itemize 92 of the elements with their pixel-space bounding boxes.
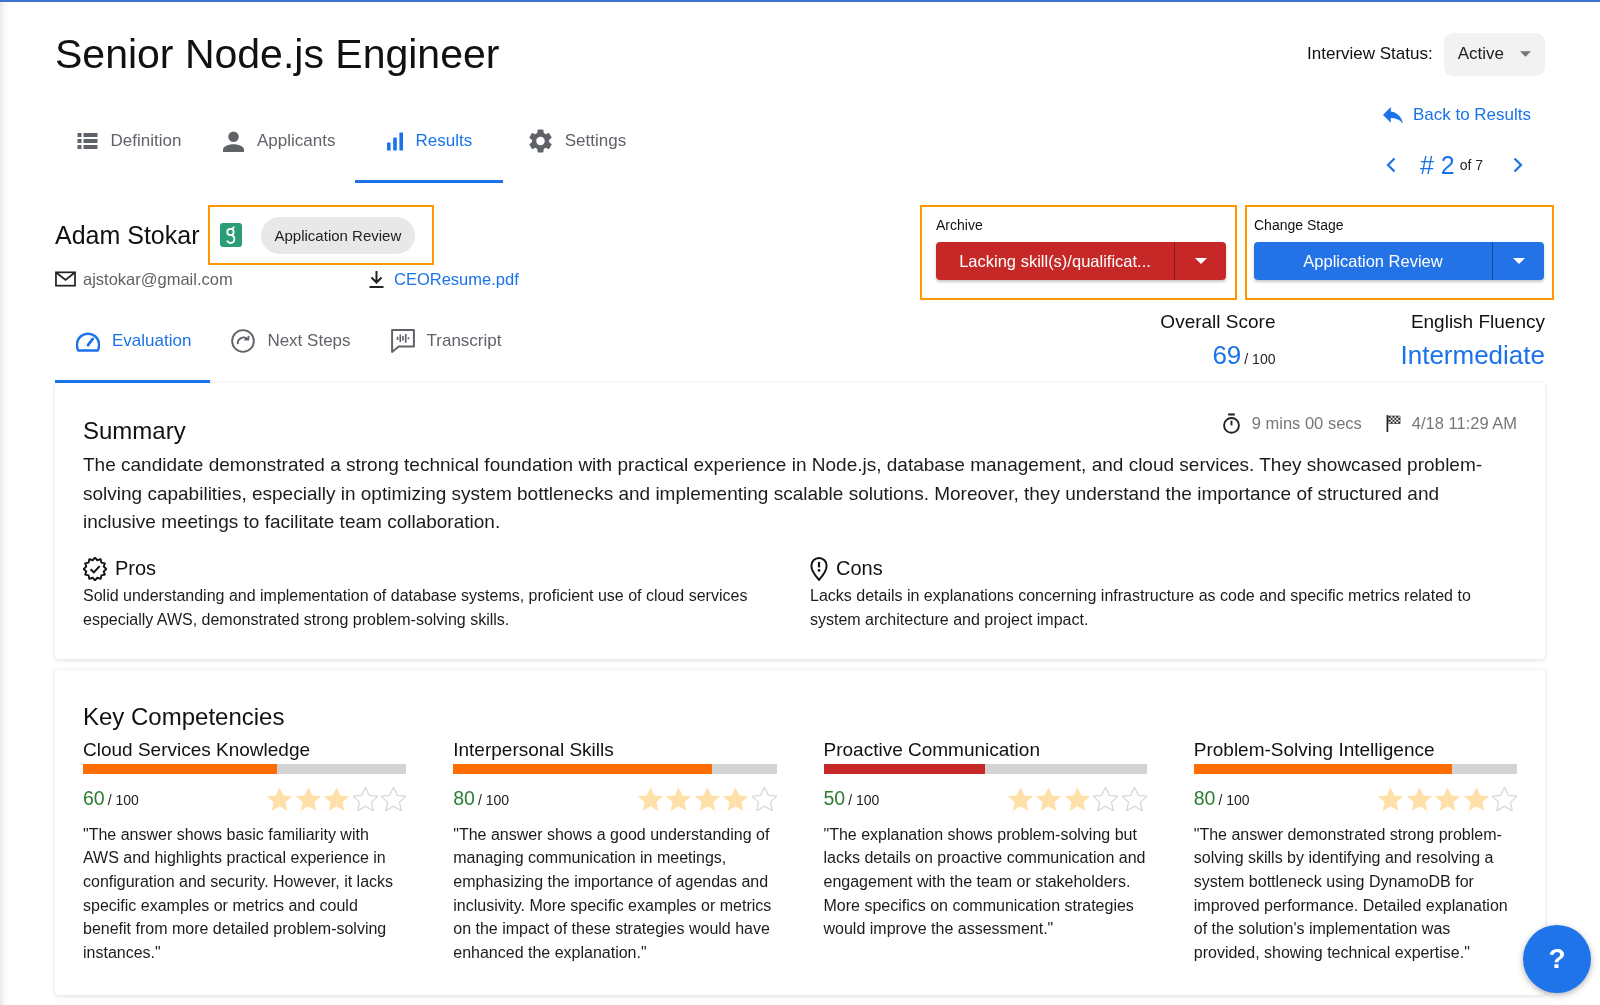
archive-label: Archive — [936, 217, 984, 234]
interview-duration: 9 mins 00 secs — [1251, 413, 1362, 433]
competency-score: 80 — [453, 787, 475, 810]
competency-score: 50 — [823, 787, 846, 810]
gear-icon — [528, 129, 552, 153]
score-value: Intermediate — [1400, 339, 1545, 371]
star-outline-icon — [1093, 786, 1119, 811]
star-outline-icon — [751, 786, 777, 811]
nav-tab[interactable]: Applicants — [203, 120, 356, 183]
candidate-total: of 7 — [1459, 157, 1483, 173]
star-outline-icon — [1492, 786, 1517, 811]
competency-comment: "The explanation shows problem-solving but lacks details on proactive communication and engagement with the team or stakeholders. More specifics on communication strategies would improve the assessment." — [823, 824, 1147, 940]
dropdown-toggle-button[interactable] — [1492, 242, 1544, 280]
chevron-left-icon — [1385, 157, 1396, 173]
check-badge-icon — [83, 556, 107, 581]
score-scale: / 100 — [477, 792, 510, 808]
cons-heading: Cons — [836, 557, 883, 580]
change-stage-label: Change Stage — [1254, 217, 1345, 234]
candidate-name: Adam Stokar — [55, 220, 200, 250]
bar-chart-icon — [386, 131, 403, 151]
star-icon — [267, 786, 293, 811]
score-label: English Fluency — [1410, 310, 1545, 334]
reply-arrow-icon — [1382, 107, 1403, 123]
competency-name: Proactive Communication — [823, 737, 1041, 762]
pin-exclamation-icon — [810, 556, 828, 581]
nav-tab[interactable]: Definition — [55, 120, 203, 183]
star-icon — [694, 786, 720, 811]
candidate-number: # 2 — [1419, 150, 1455, 180]
score-label: Overall Score — [1160, 310, 1276, 334]
page-title: Senior Node.js Engineer — [55, 30, 500, 78]
star-icon — [666, 786, 691, 811]
competency-comment: "The answer shows a good understanding of managing communication in meetings, emphasizing the importance of agendas and inclusivity. More specific examples or metrics on the impact of these strategies would have enhanced the explanation." — [453, 824, 773, 963]
score-scale: / 100 — [107, 792, 139, 808]
logo-icon — [219, 223, 242, 247]
star-outline-icon — [352, 786, 378, 811]
dropdown-toggle-button[interactable] — [1174, 242, 1226, 280]
caret-icon — [1194, 258, 1207, 264]
stage-button[interactable]: Application Review — [1254, 242, 1492, 280]
back-link[interactable]: Back to Results — [1382, 103, 1531, 127]
nav-tab[interactable]: Results — [355, 120, 504, 183]
competencies-heading: Key Competencies — [83, 701, 286, 732]
star-icon — [637, 786, 663, 811]
interview-date: 4/18 11:29 AM — [1411, 413, 1517, 433]
status-label: Interview Status: — [1307, 44, 1433, 64]
star-outline-icon — [1121, 786, 1147, 811]
list-icon — [76, 133, 98, 149]
stage-badge: Application Review — [260, 216, 416, 254]
chevron-right-icon — [1513, 157, 1523, 173]
nav-tab[interactable]: Settings — [503, 120, 652, 183]
star-icon — [1406, 786, 1432, 811]
person-icon — [223, 130, 244, 152]
score-value: 69 — [1212, 339, 1242, 371]
stopwatch-icon — [1221, 412, 1241, 434]
star-icon — [1463, 786, 1489, 811]
caret-icon — [1520, 51, 1531, 57]
mail-icon — [55, 271, 76, 287]
help-button[interactable]: ? — [1523, 925, 1591, 993]
summary-text: The candidate demonstrated a strong technical foundation with practical experience in Node.js, database management, and cloud services. They showcased problem-solving capabilities, especially in optimizing system bottlenecks and implementing scalable solutions. Moreover, they understand the importance of structured and inclusive meetings to facilitate team collaboration. — [83, 453, 1484, 534]
section-tab[interactable]: Transcript — [369, 300, 521, 383]
competency-score: 60 — [83, 787, 105, 810]
star-icon — [295, 786, 321, 811]
competency-name: Interpersonal Skills — [453, 737, 615, 762]
star-icon — [723, 786, 748, 811]
pros-heading: Pros — [115, 557, 157, 580]
star-icon — [1064, 786, 1090, 811]
star-icon — [1378, 786, 1403, 811]
download-icon — [368, 270, 385, 288]
competency-comment: "The answer demonstrated strong problem-solving skills by identifying and resolving a system bottleneck using DynamoDB for improved performance. Detailed explanation of the solution's implementation was provided, showing technical expertise." — [1193, 824, 1509, 963]
competency-comment: "The answer shows basic familiarity with AWS and highlights practical experience in configuration and security. However, it lacks specific examples or metrics and could benefit from more detailed problem-solving instances." — [83, 824, 395, 963]
checkered-flag-icon — [1385, 414, 1401, 432]
caret-icon — [1512, 258, 1525, 264]
archive-reason-button[interactable]: Lacking skill(s)/qualificat... — [936, 242, 1174, 280]
competency-score: 80 — [1193, 787, 1216, 810]
score-scale: / 100 — [1244, 350, 1276, 369]
pros-text: Solid understanding and implementation of database systems, proficient use of cloud services especially AWS, demonstrated strong problem-solving skills. — [83, 585, 749, 630]
candidate-email: ajstokar@gmail.com — [83, 269, 233, 289]
competency-name: Problem-Solving Intelligence — [1193, 737, 1436, 762]
gauge-icon — [76, 330, 100, 352]
star-icon — [1435, 786, 1460, 811]
score-scale: / 100 — [1218, 792, 1250, 808]
star-icon — [1036, 786, 1062, 811]
star-outline-icon — [381, 786, 407, 811]
status-dropdown[interactable]: Active — [1443, 32, 1545, 76]
cons-text: Lacks details in explanations concerning infrastructure as code and specific metrics related to system architecture and project impact. — [810, 585, 1472, 630]
summary-heading: Summary — [83, 416, 186, 446]
waveform-bubble-icon — [390, 329, 415, 353]
resume-link[interactable]: CEOResume.pdf — [368, 269, 519, 289]
star-icon — [1007, 786, 1033, 811]
section-tab[interactable]: Next Steps — [210, 300, 370, 383]
competency-name: Cloud Services Knowledge — [83, 737, 312, 762]
score-scale: / 100 — [848, 792, 880, 808]
star-icon — [324, 786, 350, 811]
